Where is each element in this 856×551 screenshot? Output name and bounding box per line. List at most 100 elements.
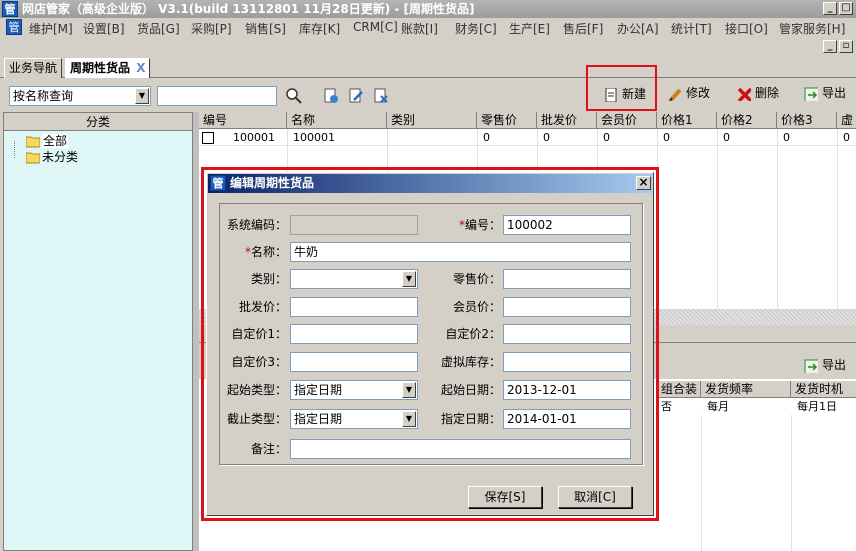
col-header-price3[interactable]: 价格3 bbox=[777, 112, 837, 129]
edit-label: 修改 bbox=[686, 86, 711, 100]
menu-maintain[interactable]: 维护[M] bbox=[29, 20, 73, 37]
cell-retail: 0 bbox=[483, 131, 490, 144]
menu-crm[interactable]: CRM[C] bbox=[353, 20, 398, 34]
code-field[interactable]: 100002 bbox=[503, 215, 631, 235]
menu-goods[interactable]: 货品[G] bbox=[137, 20, 180, 37]
cell-member: 0 bbox=[603, 131, 610, 144]
cell-wholesale: 0 bbox=[543, 131, 550, 144]
menu-accounts[interactable]: 账款[I] bbox=[401, 20, 438, 37]
wholesale-field[interactable] bbox=[290, 297, 418, 317]
col-header-price1[interactable]: 价格1 bbox=[657, 112, 717, 129]
note-field[interactable] bbox=[290, 439, 631, 459]
tab-business-nav[interactable]: 业务导航 bbox=[4, 58, 63, 78]
title-bar: 管 网店管家（高级企业版） V3.1(build 13112801 11月28日… bbox=[0, 0, 856, 18]
note-label: 备注： bbox=[250, 442, 287, 456]
col-header-name[interactable]: 名称 bbox=[287, 112, 387, 129]
dialog-close-icon[interactable]: × bbox=[636, 176, 651, 190]
start-type-select[interactable]: 指定日期 ▼ bbox=[290, 380, 418, 400]
category-label: 类别： bbox=[250, 272, 287, 286]
menu-production[interactable]: 生产[E] bbox=[509, 20, 550, 37]
col-header-virtual[interactable]: 虚 bbox=[837, 112, 856, 129]
edit-doc-icon[interactable] bbox=[348, 88, 364, 104]
end-date-field[interactable]: 2014-01-01 bbox=[503, 409, 631, 429]
new-doc-icon bbox=[605, 87, 617, 102]
dialog-app-icon: 管 bbox=[210, 175, 226, 191]
grid-divider bbox=[837, 129, 838, 319]
virtual-stock-field[interactable] bbox=[503, 352, 631, 372]
new-button[interactable]: 新建 bbox=[604, 85, 646, 103]
name-field[interactable]: 牛奶 bbox=[290, 242, 631, 262]
edit-dialog: 管 编辑周期性货品 × 系统编码： *编号： 100002 *名称： 牛奶 类别… bbox=[206, 172, 654, 516]
custom1-label: 自定价1： bbox=[231, 327, 287, 341]
child-restore-button[interactable]: ▫ bbox=[839, 40, 853, 53]
child-minimize-button[interactable]: _ bbox=[823, 40, 837, 53]
col-header-price2[interactable]: 价格2 bbox=[717, 112, 777, 129]
chevron-down-icon[interactable]: ▼ bbox=[135, 88, 149, 104]
category-item-uncategorized[interactable]: 未分类 bbox=[26, 149, 78, 165]
category-item-all[interactable]: 全部 bbox=[26, 133, 69, 149]
save-button[interactable]: 保存[S] bbox=[468, 486, 542, 508]
cell-price1: 0 bbox=[663, 131, 670, 144]
add-doc-icon[interactable] bbox=[323, 88, 339, 104]
minimize-button[interactable]: _ bbox=[823, 2, 837, 15]
col-header-frequency[interactable]: 发货频率 bbox=[701, 381, 791, 398]
col-header-member[interactable]: 会员价 bbox=[597, 112, 657, 129]
tab-label: 周期性货品 bbox=[70, 61, 131, 75]
search-mode-select[interactable]: 按名称查询 ▼ bbox=[9, 86, 151, 106]
menu-service[interactable]: 管家服务[H] bbox=[779, 20, 845, 37]
delete-button[interactable]: 删除 bbox=[737, 84, 779, 102]
maximize-button[interactable]: □ bbox=[839, 2, 853, 15]
menu-purchase[interactable]: 采购[P] bbox=[191, 20, 232, 37]
tab-close-icon[interactable]: X bbox=[136, 61, 145, 75]
menu-aftersale[interactable]: 售后[F] bbox=[563, 20, 603, 37]
col-header-wholesale[interactable]: 批发价 bbox=[537, 112, 597, 129]
red-x-icon bbox=[737, 87, 751, 101]
custom2-field[interactable] bbox=[503, 324, 631, 344]
member-field[interactable] bbox=[503, 297, 631, 317]
search-icon[interactable] bbox=[285, 87, 303, 105]
start-date-field[interactable]: 2013-12-01 bbox=[503, 380, 631, 400]
menu-finance[interactable]: 财务[C] bbox=[455, 20, 497, 37]
grid-divider bbox=[777, 129, 778, 319]
cancel-button[interactable]: 取消[C] bbox=[558, 486, 632, 508]
end-type-select[interactable]: 指定日期 ▼ bbox=[290, 409, 418, 429]
menu-interface[interactable]: 接口[O] bbox=[725, 20, 768, 37]
end-type-label: 截止类型： bbox=[226, 412, 287, 426]
export-button[interactable]: 导出 bbox=[804, 84, 846, 102]
export-label: 导出 bbox=[822, 86, 847, 100]
category-all-label: 全部 bbox=[42, 134, 69, 148]
col-header-retail[interactable]: 零售价 bbox=[477, 112, 537, 129]
retail-field[interactable] bbox=[503, 269, 631, 289]
tab-periodic-goods[interactable]: 周期性货品 X bbox=[65, 58, 151, 78]
name-label: *名称： bbox=[219, 242, 287, 262]
col-header-combo[interactable]: 组合装 bbox=[657, 381, 701, 398]
sys-code-field bbox=[290, 215, 418, 235]
custom2-label: 自定价2： bbox=[445, 327, 501, 341]
category-uncategorized-label: 未分类 bbox=[42, 150, 79, 164]
menu-office[interactable]: 办公[A] bbox=[617, 20, 659, 37]
code-label-text: 编号： bbox=[464, 218, 501, 232]
chevron-down-icon[interactable]: ▼ bbox=[402, 382, 416, 398]
cell-category bbox=[389, 129, 393, 146]
cell-price2: 0 bbox=[723, 131, 730, 144]
col-header-code[interactable]: 编号 bbox=[199, 112, 287, 129]
custom3-field[interactable] bbox=[290, 352, 418, 372]
custom1-field[interactable] bbox=[290, 324, 418, 344]
lower-export-button[interactable]: 导出 bbox=[804, 356, 846, 374]
retail-label: 零售价： bbox=[452, 272, 501, 286]
menu-sales[interactable]: 销售[S] bbox=[245, 20, 286, 37]
chevron-down-icon[interactable]: ▼ bbox=[402, 271, 416, 287]
menu-stock[interactable]: 库存[K] bbox=[299, 20, 340, 37]
col-header-timing[interactable]: 发货时机 bbox=[791, 381, 856, 398]
category-select[interactable]: ▼ bbox=[290, 269, 418, 289]
row-checkbox[interactable] bbox=[202, 132, 214, 144]
menu-app-icon[interactable]: 管 bbox=[6, 19, 22, 35]
menu-settings[interactable]: 设置[B] bbox=[83, 20, 125, 37]
menu-stats[interactable]: 统计[T] bbox=[671, 20, 712, 37]
table-row[interactable]: 100001 100001 0 0 0 0 0 0 0 bbox=[199, 129, 856, 146]
delete-doc-icon[interactable] bbox=[373, 88, 389, 104]
col-header-category[interactable]: 类别 bbox=[387, 112, 477, 129]
search-input[interactable] bbox=[157, 86, 277, 106]
chevron-down-icon[interactable]: ▼ bbox=[402, 411, 416, 427]
edit-button[interactable]: 修改 bbox=[668, 84, 710, 102]
